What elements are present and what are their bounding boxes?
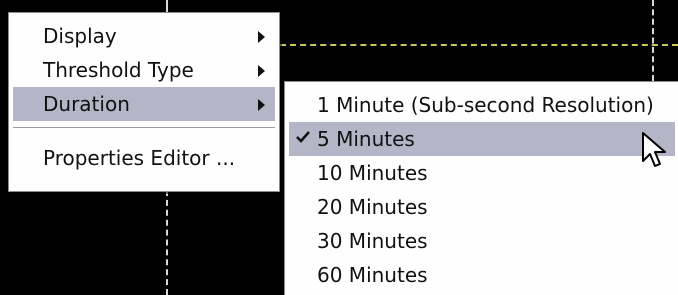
menu-item-properties-editor[interactable]: Properties Editor ... <box>13 141 275 175</box>
chart-gridline-vertical <box>166 190 168 295</box>
menu-item-display[interactable]: Display <box>13 19 275 53</box>
duration-submenu: 1 Minute (Sub-second Resolution) 5 Minut… <box>284 81 678 295</box>
chevron-right-icon <box>258 99 265 111</box>
check-icon <box>296 131 310 143</box>
submenu-item-label: 60 Minutes <box>317 263 428 287</box>
chart-gridline-vertical <box>652 0 654 81</box>
chevron-right-icon <box>258 65 265 77</box>
menu-item-label: Threshold Type <box>43 58 194 82</box>
submenu-item-1-minute[interactable]: 1 Minute (Sub-second Resolution) <box>289 88 675 122</box>
submenu-item-30-minutes[interactable]: 30 Minutes <box>289 224 675 258</box>
submenu-item-label: 10 Minutes <box>317 161 428 185</box>
submenu-item-20-minutes[interactable]: 20 Minutes <box>289 190 675 224</box>
submenu-item-label: 30 Minutes <box>317 229 428 253</box>
menu-item-label: Display <box>43 24 117 48</box>
mouse-pointer-icon <box>642 132 666 167</box>
menu-item-label: Duration <box>43 92 130 116</box>
submenu-item-label: 20 Minutes <box>317 195 428 219</box>
submenu-item-label: 5 Minutes <box>317 127 415 151</box>
menu-item-duration[interactable]: Duration <box>13 87 275 121</box>
submenu-item-10-minutes[interactable]: 10 Minutes <box>289 156 675 190</box>
submenu-item-60-minutes[interactable]: 60 Minutes <box>289 258 675 292</box>
chart-gridline-vertical <box>166 0 168 12</box>
context-menu: Display Threshold Type Duration Properti… <box>8 12 280 192</box>
submenu-item-5-minutes[interactable]: 5 Minutes <box>289 122 675 156</box>
chart-background: Display Threshold Type Duration Properti… <box>0 0 678 295</box>
chart-threshold-line <box>280 44 678 46</box>
menu-separator <box>13 127 275 129</box>
submenu-item-label: 1 Minute (Sub-second Resolution) <box>317 93 654 117</box>
menu-item-threshold-type[interactable]: Threshold Type <box>13 53 275 87</box>
chevron-right-icon <box>258 31 265 43</box>
menu-item-label: Properties Editor ... <box>43 146 236 170</box>
